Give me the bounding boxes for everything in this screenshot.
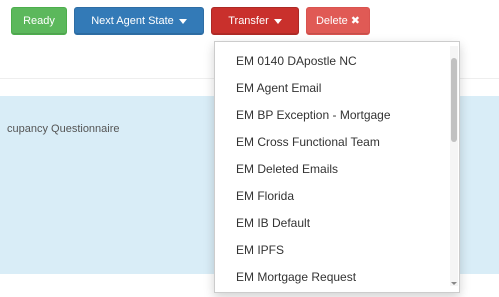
dropdown-item[interactable]: EM Agent Email — [215, 75, 459, 102]
caret-down-icon — [178, 18, 187, 24]
dropdown-item[interactable]: EM IB Default — [215, 210, 459, 237]
ready-button[interactable]: Ready — [11, 7, 67, 35]
dropdown-item[interactable]: EM Florida — [215, 183, 459, 210]
dropdown-item[interactable]: EM Deleted Emails — [215, 156, 459, 183]
transfer-dropdown-list: EM 0140 DApostle NC EM Agent Email EM BP… — [215, 48, 459, 291]
panel-title: cupancy Questionnaire — [7, 123, 120, 135]
caret-down-icon — [273, 18, 282, 24]
dropdown-item[interactable]: EM Mortgage Request — [215, 264, 459, 291]
transfer-button-label: Transfer — [228, 15, 269, 27]
dropdown-item[interactable]: EM BP Exception - Mortgage — [215, 102, 459, 129]
close-icon: ✖ — [350, 15, 360, 27]
delete-button-label: Delete — [315, 15, 348, 27]
next-agent-state-label: Next Agent State — [91, 15, 174, 27]
delete-button[interactable]: Delete ✖ — [306, 7, 370, 35]
agent-toolbar: Ready Next Agent State Transfer Delete ✖ — [0, 0, 499, 44]
ready-button-label: Ready — [23, 15, 55, 27]
next-agent-state-button[interactable]: Next Agent State — [74, 7, 204, 35]
scrollbar-thumb[interactable] — [451, 58, 457, 142]
dropdown-scrollbar[interactable] — [450, 46, 458, 286]
transfer-dropdown-menu: EM 0140 DApostle NC EM Agent Email EM BP… — [214, 41, 460, 293]
dropdown-item[interactable]: EM Cross Functional Team — [215, 129, 459, 156]
scroll-down-arrow-icon[interactable] — [451, 282, 457, 285]
dropdown-item[interactable]: EM 0140 DApostle NC — [215, 48, 459, 75]
dropdown-item[interactable]: EM IPFS — [215, 237, 459, 264]
transfer-button[interactable]: Transfer — [211, 7, 299, 35]
